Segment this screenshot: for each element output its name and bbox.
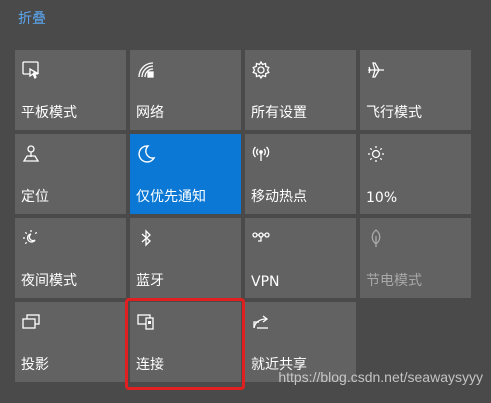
tablet-mode-icon — [21, 60, 41, 80]
empty-slot — [360, 302, 471, 382]
tile-label: 蓝牙 — [136, 273, 164, 289]
tile-battery-saver: 节电模式 — [360, 218, 471, 298]
tile-label: 节电模式 — [366, 273, 422, 289]
tile-project[interactable]: 投影 — [15, 302, 126, 382]
connect-icon — [136, 312, 156, 332]
brightness-icon — [366, 144, 386, 164]
airplane-icon — [366, 60, 386, 80]
tile-bluetooth[interactable]: 蓝牙 — [130, 218, 241, 298]
settings-gear-icon — [251, 60, 271, 80]
bluetooth-icon — [136, 228, 156, 248]
nearby-share-icon — [251, 312, 271, 332]
project-icon — [21, 312, 41, 332]
tile-vpn[interactable]: VPN — [245, 218, 356, 298]
night-light-icon — [21, 228, 41, 248]
network-icon — [136, 60, 156, 80]
quick-actions-grid: 平板模式 网络 所有设置 飞行模式 定位 仅优先通知 移动热点 10% 夜间模式… — [15, 50, 471, 382]
battery-saver-icon — [366, 228, 386, 248]
tile-connect[interactable]: 连接 — [130, 302, 241, 382]
tile-tablet-mode[interactable]: 平板模式 — [15, 50, 126, 130]
tile-label: 网络 — [136, 105, 164, 121]
tile-label: 移动热点 — [251, 189, 307, 205]
tile-label: 仅优先通知 — [136, 189, 206, 205]
tile-nearby-sharing[interactable]: 就近共享 — [245, 302, 356, 382]
tile-focus-assist[interactable]: 仅优先通知 — [130, 134, 241, 214]
moon-icon — [136, 144, 156, 164]
tile-location[interactable]: 定位 — [15, 134, 126, 214]
tile-label: 所有设置 — [251, 105, 307, 121]
vpn-icon — [251, 228, 271, 248]
collapse-link[interactable]: 折叠 — [18, 8, 46, 28]
tile-brightness[interactable]: 10% — [360, 134, 471, 214]
tile-label: 10% — [366, 190, 398, 206]
tile-night-light[interactable]: 夜间模式 — [15, 218, 126, 298]
tile-mobile-hotspot[interactable]: 移动热点 — [245, 134, 356, 214]
tile-label: 连接 — [136, 357, 164, 373]
location-icon — [21, 144, 41, 164]
tile-label: 飞行模式 — [366, 105, 422, 121]
tile-label: 投影 — [21, 357, 49, 373]
tile-label: 定位 — [21, 189, 49, 205]
tile-label: VPN — [251, 274, 280, 290]
tile-network[interactable]: 网络 — [130, 50, 241, 130]
tile-label: 平板模式 — [21, 105, 77, 121]
tile-label: 就近共享 — [251, 357, 307, 373]
tile-all-settings[interactable]: 所有设置 — [245, 50, 356, 130]
tile-airplane-mode[interactable]: 飞行模式 — [360, 50, 471, 130]
tile-label: 夜间模式 — [21, 273, 77, 289]
hotspot-icon — [251, 144, 271, 164]
